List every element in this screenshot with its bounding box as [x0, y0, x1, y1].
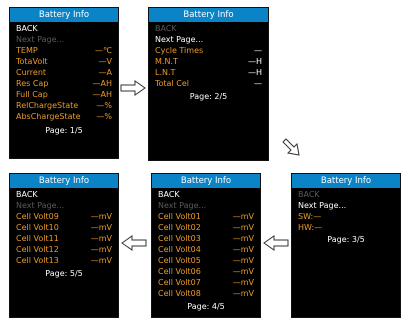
- screen-title: Battery Info: [292, 174, 400, 188]
- screen-page-4: Battery Info BACK Next Page... Cell Volt…: [151, 173, 261, 318]
- list-item[interactable]: Cell Volt13 —mV: [16, 255, 112, 266]
- list-item[interactable]: Cell Volt10 —mV: [16, 222, 112, 233]
- next-page-item[interactable]: Next Page...: [155, 34, 262, 45]
- back-item[interactable]: BACK: [16, 23, 112, 34]
- list-item[interactable]: SW:—: [298, 211, 394, 222]
- list-item[interactable]: Res Cap —AH: [16, 78, 112, 89]
- screen-page-5: Battery Info BACK Next Page... Cell Volt…: [9, 173, 119, 318]
- next-page-item[interactable]: Next Page...: [158, 200, 254, 211]
- next-page-item[interactable]: Next Page...: [298, 200, 394, 211]
- back-item[interactable]: BACK: [158, 189, 254, 200]
- screen-title: Battery Info: [152, 174, 260, 188]
- screen-page-1: Battery Info BACK Next Page... TEMP —℃ To…: [9, 7, 119, 159]
- list-item[interactable]: Cell Volt03 —mV: [158, 233, 254, 244]
- list-item[interactable]: Cell Volt11 —mV: [16, 233, 112, 244]
- back-item[interactable]: BACK: [298, 189, 394, 200]
- next-page-item[interactable]: Next Page...: [16, 200, 112, 211]
- list-item[interactable]: Current —A: [16, 67, 112, 78]
- list-item[interactable]: Cell Volt04 —mV: [158, 244, 254, 255]
- screen-title: Battery Info: [10, 174, 118, 188]
- page-indicator: Page: 3/5: [327, 235, 365, 244]
- screen-title: Battery Info: [10, 8, 118, 22]
- list-item[interactable]: Cell Volt12 —mV: [16, 244, 112, 255]
- screen-page-2: Battery Info BACK Next Page... Cycle Tim…: [148, 7, 269, 161]
- list-item[interactable]: Cell Volt05 —mV: [158, 255, 254, 266]
- page-indicator: Page: 5/5: [45, 269, 83, 278]
- page-indicator: Page: 2/5: [189, 92, 228, 101]
- list-item[interactable]: Cycle Times —: [155, 45, 262, 56]
- back-item[interactable]: BACK: [155, 23, 262, 34]
- page-indicator: Page: 4/5: [187, 302, 225, 311]
- list-item[interactable]: RelChargeState —%: [16, 100, 112, 111]
- list-item[interactable]: L.N.T —H: [155, 67, 262, 78]
- arrow-left-icon: [121, 235, 147, 251]
- list-item[interactable]: TEMP —℃: [16, 45, 112, 56]
- list-item[interactable]: Full Cap —AH: [16, 89, 112, 100]
- screen-title: Battery Info: [149, 8, 268, 22]
- list-item[interactable]: AbsChargeState —%: [16, 111, 112, 122]
- next-page-item[interactable]: Next Page...: [16, 34, 112, 45]
- list-item[interactable]: Total Cel —: [155, 78, 262, 89]
- list-item[interactable]: HW:—: [298, 222, 394, 233]
- list-item[interactable]: Cell Volt08 —mV: [158, 288, 254, 299]
- screen-page-3: Battery Info BACK Next Page... SW:— HW:—…: [291, 173, 401, 318]
- list-item[interactable]: TotaVolt —V: [16, 56, 112, 67]
- list-item[interactable]: Cell Volt06 —mV: [158, 266, 254, 277]
- list-item[interactable]: M.N.T —H: [155, 56, 262, 67]
- list-item[interactable]: Cell Volt01 —mV: [158, 211, 254, 222]
- list-item[interactable]: Cell Volt02 —mV: [158, 222, 254, 233]
- back-item[interactable]: BACK: [16, 189, 112, 200]
- list-item[interactable]: Cell Volt07 —mV: [158, 277, 254, 288]
- list-item[interactable]: Cell Volt09 —mV: [16, 211, 112, 222]
- arrow-down-right-icon: [282, 138, 300, 156]
- arrow-left-icon: [263, 235, 289, 251]
- page-indicator: Page: 1/5: [45, 126, 83, 135]
- arrow-right-icon: [120, 80, 146, 96]
